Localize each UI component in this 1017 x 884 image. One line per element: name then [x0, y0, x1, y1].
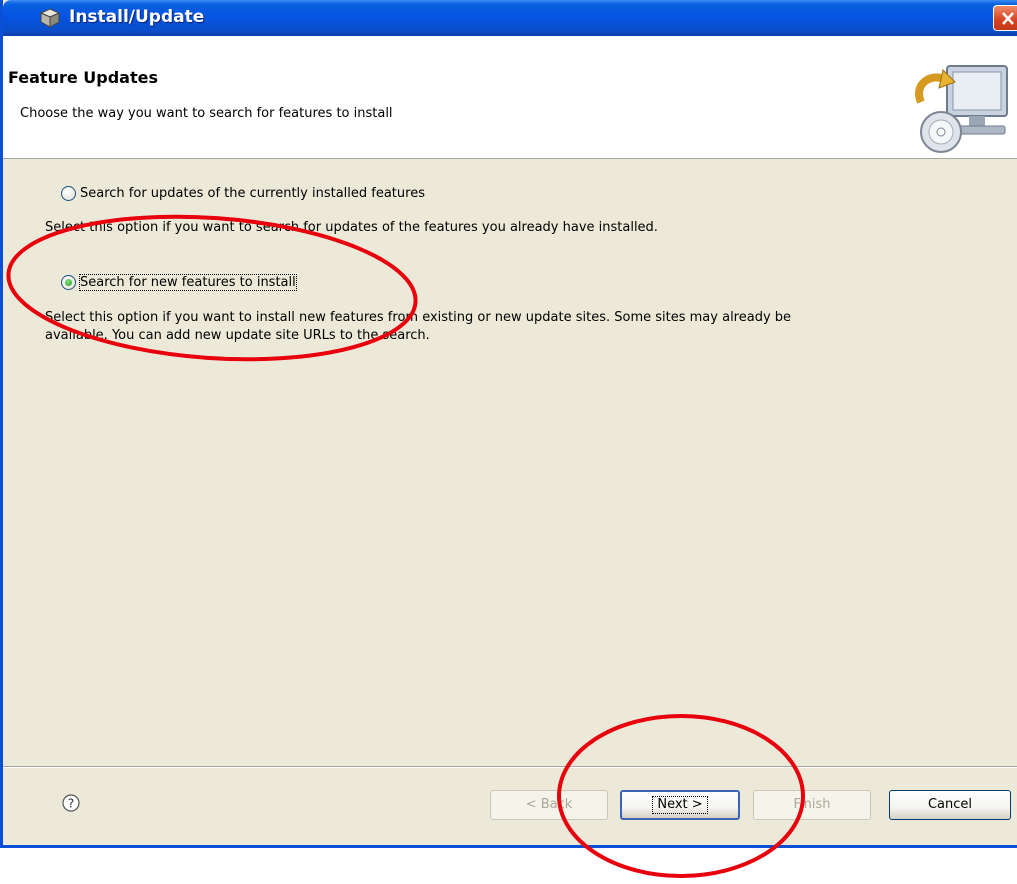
computer-cd-update-icon: [915, 65, 1008, 153]
back-button[interactable]: < Back: [490, 790, 608, 820]
search-updates-radio[interactable]: [61, 186, 76, 201]
option-search-updates[interactable]: Search for updates of the currently inst…: [61, 186, 425, 201]
close-icon: [1002, 12, 1014, 25]
page-title: Feature Updates: [8, 68, 158, 87]
option-search-new-features[interactable]: Search for new features to install: [61, 274, 297, 291]
search-new-features-label[interactable]: Search for new features to install: [79, 274, 297, 291]
search-new-features-radio[interactable]: [61, 275, 76, 290]
wizard-header: Feature Updates Choose the way you want …: [3, 36, 1017, 159]
search-new-features-description-line2: available. You can add new update site U…: [45, 328, 430, 343]
cancel-button[interactable]: Cancel: [889, 790, 1011, 820]
footer-separator: [3, 766, 1017, 768]
help-icon[interactable]: ?: [62, 794, 80, 812]
search-new-features-description-line1: Select this option if you want to instal…: [45, 310, 792, 325]
finish-button[interactable]: Finish: [753, 790, 871, 820]
search-updates-label[interactable]: Search for updates of the currently inst…: [80, 186, 425, 201]
page-description: Choose the way you want to search for fe…: [20, 106, 393, 121]
search-updates-description: Select this option if you want to search…: [45, 220, 658, 235]
next-button[interactable]: Next >: [620, 790, 740, 820]
install-update-dialog: Install/Update Feature Updates Choose th…: [0, 0, 1017, 848]
close-button[interactable]: [993, 5, 1017, 31]
install-update-icon: [39, 8, 61, 28]
window-title: Install/Update: [69, 7, 205, 27]
next-button-label: Next >: [652, 796, 708, 814]
svg-text:?: ?: [68, 797, 74, 811]
title-bar[interactable]: Install/Update: [3, 0, 1017, 36]
search-new-features-description: Select this option if you want to instal…: [45, 309, 791, 345]
